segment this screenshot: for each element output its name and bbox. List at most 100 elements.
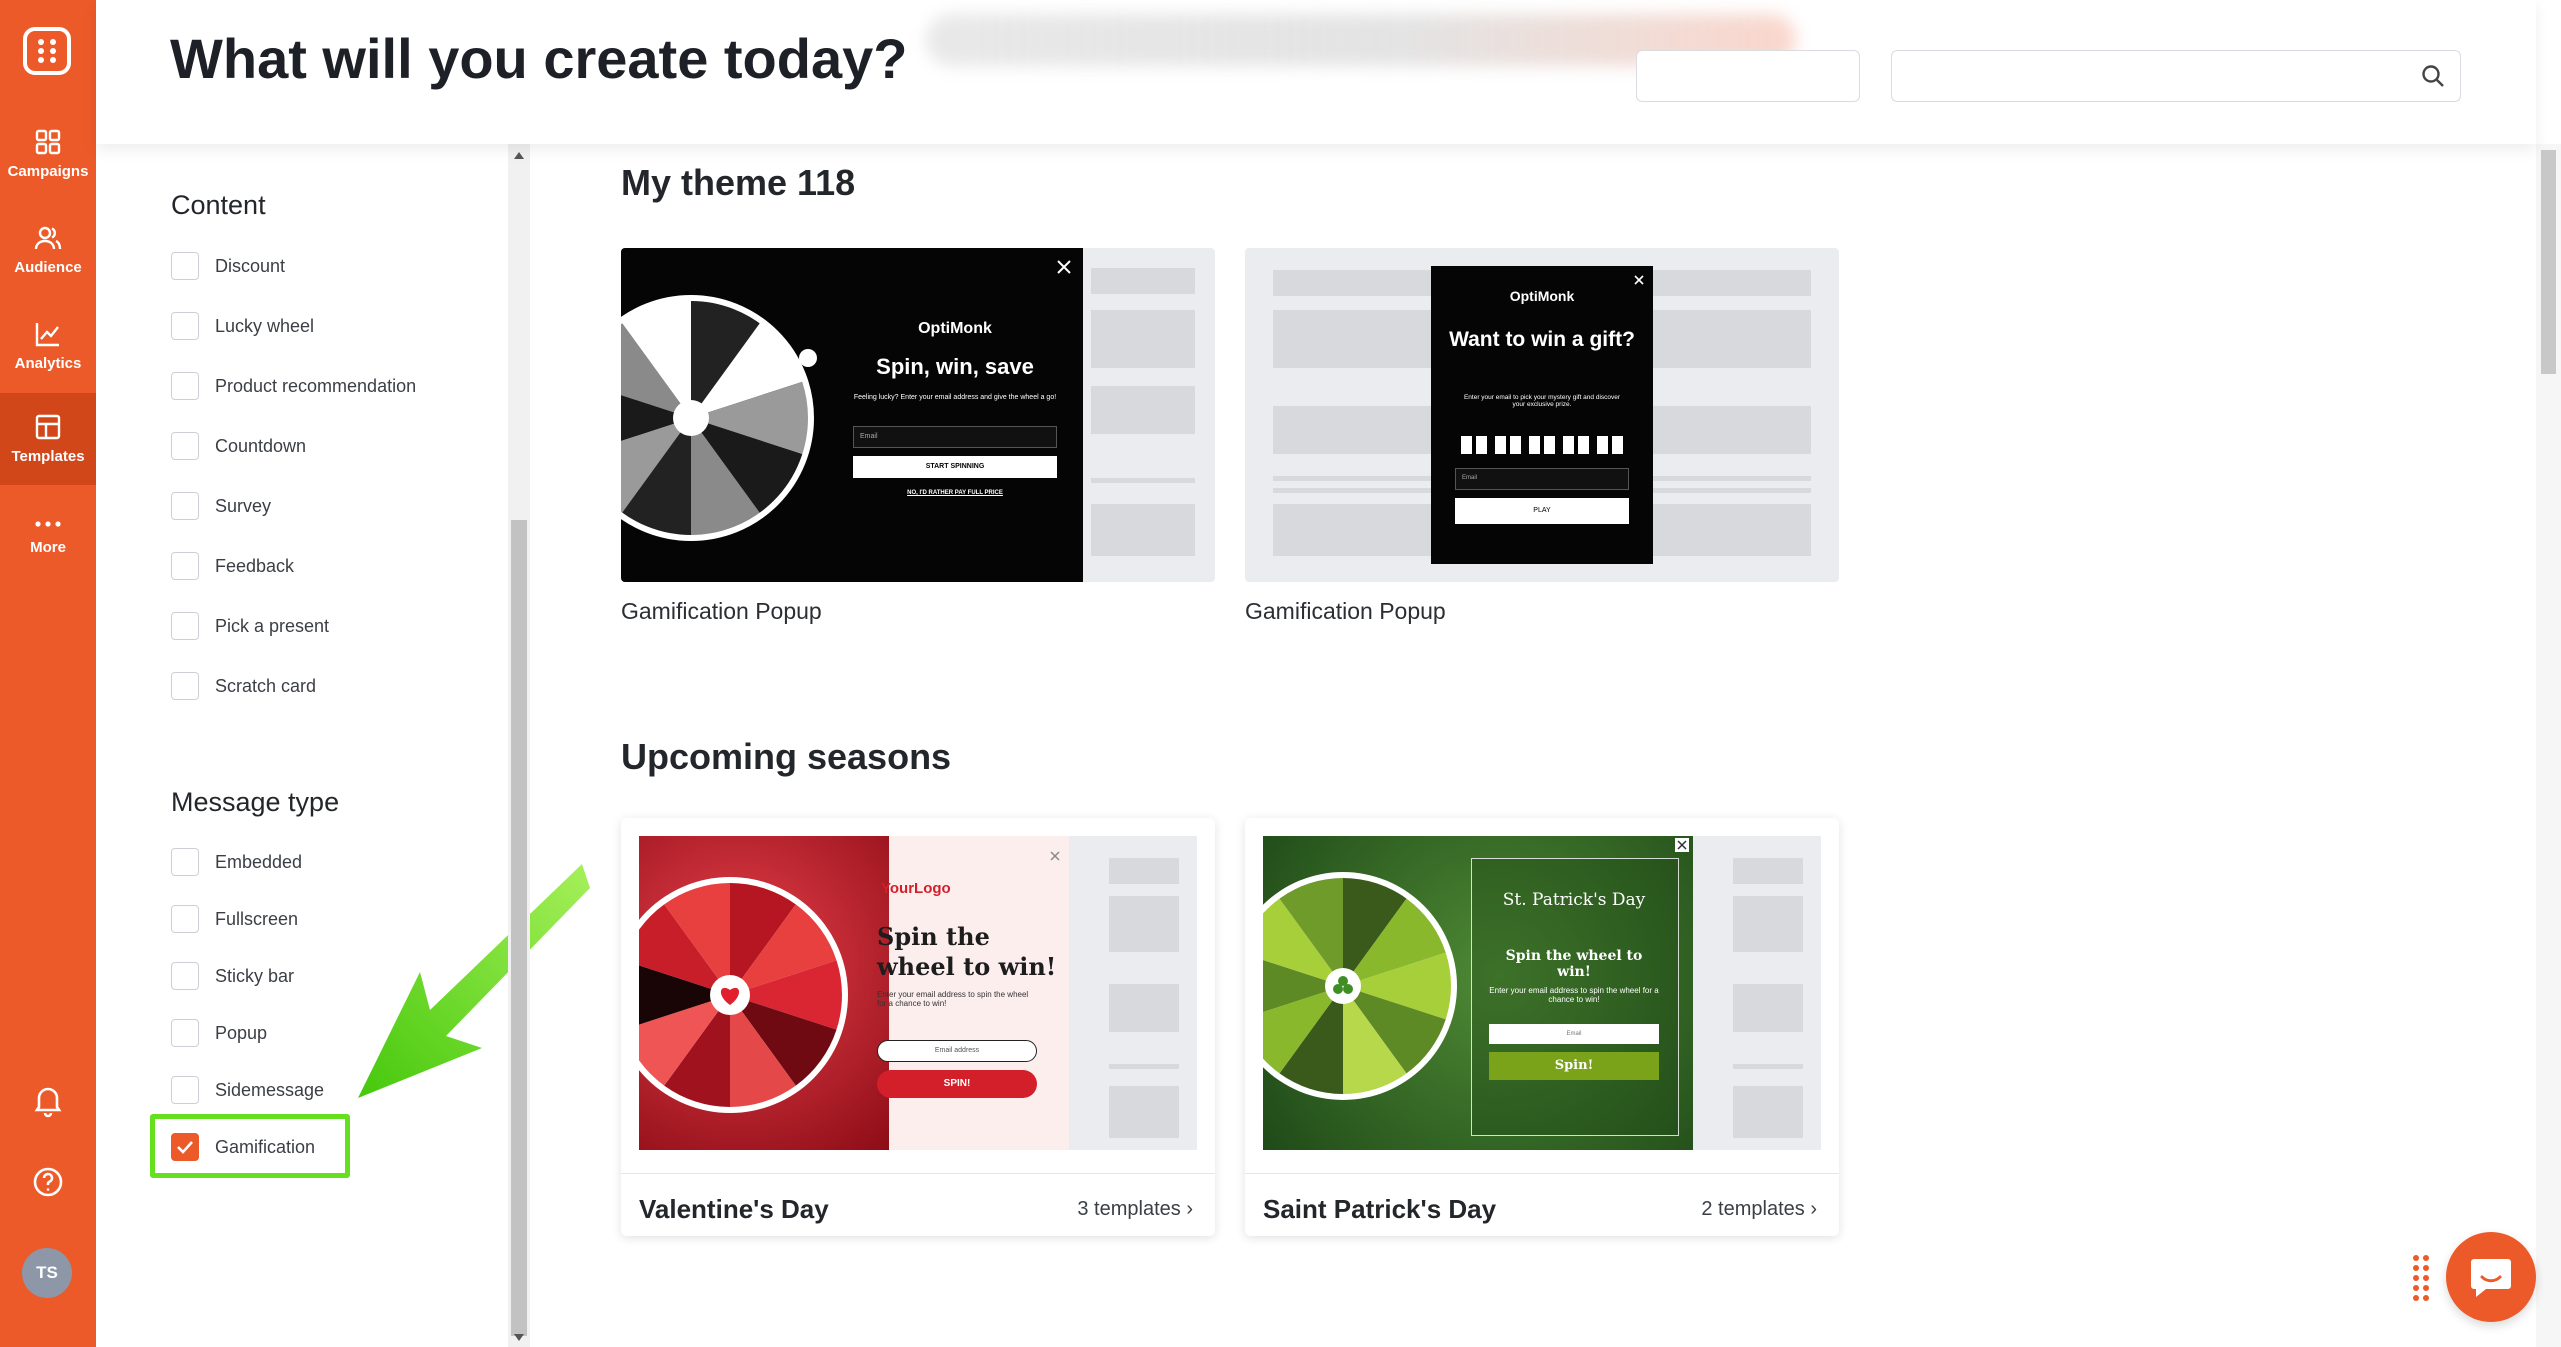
season-template-count[interactable]: 3 templates › bbox=[1077, 1198, 1193, 1221]
popup-decline-link: NO, I'D RATHER PAY FULL PRICE bbox=[907, 490, 1003, 496]
scroll-up-icon[interactable] bbox=[514, 152, 524, 159]
nav-item-campaigns[interactable]: Campaigns bbox=[0, 108, 96, 200]
valentine-popup-preview: YourLogo Spin the wheel to win! Enter yo… bbox=[639, 836, 1069, 1150]
checkbox[interactable] bbox=[171, 312, 199, 340]
main-scrollbar[interactable] bbox=[2536, 144, 2561, 1347]
template-card[interactable]: OptiMonk Spin, win, save Feeling lucky? … bbox=[621, 248, 1215, 638]
checkbox[interactable] bbox=[171, 432, 199, 460]
arrow-annotation-icon bbox=[358, 864, 590, 1098]
filter-product-recommendation[interactable]: Product recommendation bbox=[171, 370, 416, 402]
chevron-right-icon: › bbox=[1810, 1198, 1817, 1220]
more-icon bbox=[35, 520, 61, 527]
popup-email-field: Email bbox=[1489, 1024, 1659, 1044]
nav-label-campaigns: Campaigns bbox=[7, 162, 89, 180]
template-card[interactable]: OptiMonk Want to win a gift? Enter your … bbox=[1245, 248, 1839, 638]
popup-headline: Spin the wheel to win! bbox=[877, 922, 1057, 981]
checkbox[interactable] bbox=[171, 962, 199, 990]
filter-survey[interactable]: Survey bbox=[171, 490, 271, 522]
nav-item-audience[interactable]: Audience bbox=[0, 204, 96, 296]
nav-label-audience: Audience bbox=[14, 258, 82, 276]
main-scroll-thumb[interactable] bbox=[2541, 150, 2556, 374]
sidebar-scrollbar[interactable] bbox=[508, 144, 530, 1347]
checkbox[interactable] bbox=[171, 372, 199, 400]
message-type-heading: Message type bbox=[171, 787, 340, 817]
popup-subtext: Enter your email address to spin the whe… bbox=[877, 990, 1029, 1008]
section-title-seasons: Upcoming seasons bbox=[621, 736, 952, 777]
season-count-label: 2 templates bbox=[1701, 1198, 1805, 1220]
filter-feedback[interactable]: Feedback bbox=[171, 550, 294, 582]
popup-brand: OptiMonk bbox=[1509, 288, 1575, 304]
close-icon bbox=[1634, 275, 1644, 285]
sidebar-scroll-thumb[interactable] bbox=[511, 520, 527, 1336]
template-thumbnail[interactable]: OptiMonk Want to win a gift? Enter your … bbox=[1245, 248, 1839, 582]
page-title: What will you create today? bbox=[170, 27, 908, 90]
checkbox[interactable] bbox=[171, 612, 199, 640]
checkbox[interactable] bbox=[171, 672, 199, 700]
filter-popup[interactable]: Popup bbox=[171, 1017, 267, 1049]
search-input[interactable] bbox=[1891, 50, 2461, 102]
nav-label-templates: Templates bbox=[11, 447, 85, 465]
page-header: What will you create today? bbox=[96, 0, 2536, 144]
popup-subtext: Enter your email to pick your mystery gi… bbox=[1463, 394, 1621, 408]
user-avatar[interactable]: TS bbox=[22, 1248, 72, 1298]
popup-headline: Want to win a gift? bbox=[1449, 328, 1635, 351]
season-card-valentines[interactable]: YourLogo Spin the wheel to win! Enter yo… bbox=[621, 818, 1215, 1236]
nav-item-analytics[interactable]: Analytics bbox=[0, 300, 96, 392]
season-template-count[interactable]: 2 templates › bbox=[1701, 1198, 1817, 1221]
scroll-down-icon[interactable] bbox=[514, 1334, 524, 1341]
template-caption: Gamification Popup bbox=[1245, 598, 1446, 624]
filter-embedded[interactable]: Embedded bbox=[171, 846, 302, 878]
filter-pick-a-present[interactable]: Pick a present bbox=[171, 610, 329, 642]
highlight-annotation bbox=[150, 1114, 350, 1178]
filter-countdown[interactable]: Countdown bbox=[171, 430, 306, 462]
filter-label: Countdown bbox=[215, 435, 307, 456]
grid-icon bbox=[35, 129, 61, 154]
popup-logo: YourLogo bbox=[881, 880, 951, 897]
popup-headline: Spin, win, save bbox=[876, 354, 1034, 379]
filter-label: Sticky bar bbox=[215, 965, 295, 986]
season-thumbnail[interactable]: St. Patrick's Day Spin the wheel to win!… bbox=[1263, 836, 1821, 1150]
gift-boxes-icon bbox=[1461, 436, 1623, 454]
checkbox[interactable] bbox=[171, 492, 199, 520]
filter-sticky-bar[interactable]: Sticky bar bbox=[171, 960, 294, 992]
filter-fullscreen[interactable]: Fullscreen bbox=[171, 903, 298, 935]
spin-popup-preview: OptiMonk Spin, win, save Feeling lucky? … bbox=[621, 248, 1083, 582]
popup-cta-button: START SPINNING bbox=[853, 456, 1057, 478]
filter-label: Feedback bbox=[215, 555, 295, 576]
nav-item-templates[interactable]: Templates bbox=[0, 393, 96, 485]
filter-discount[interactable]: Discount bbox=[171, 250, 285, 282]
season-thumbnail[interactable]: YourLogo Spin the wheel to win! Enter yo… bbox=[639, 836, 1197, 1150]
season-count-label: 3 templates bbox=[1077, 1198, 1181, 1220]
help-icon[interactable] bbox=[30, 1164, 66, 1205]
popup-email-field: Email address bbox=[877, 1040, 1037, 1062]
filter-lucky-wheel[interactable]: Lucky wheel bbox=[171, 310, 314, 342]
checkbox[interactable] bbox=[171, 552, 199, 580]
filter-sidemessage[interactable]: Sidemessage bbox=[171, 1074, 324, 1106]
popup-cta-button: SPIN! bbox=[877, 1070, 1037, 1098]
sort-select[interactable] bbox=[1636, 50, 1860, 102]
close-icon bbox=[1050, 851, 1060, 861]
template-thumbnail[interactable]: OptiMonk Spin, win, save Feeling lucky? … bbox=[621, 248, 1215, 582]
nav-label-analytics: Analytics bbox=[14, 354, 82, 372]
filter-scratch-card[interactable]: Scratch card bbox=[171, 670, 316, 702]
checkbox[interactable] bbox=[171, 1019, 199, 1047]
nav-item-more[interactable]: More bbox=[0, 490, 96, 582]
season-card-saint-patricks[interactable]: St. Patrick's Day Spin the wheel to win!… bbox=[1245, 818, 1839, 1236]
checkbox[interactable] bbox=[171, 848, 199, 876]
chat-button[interactable] bbox=[2446, 1232, 2536, 1322]
checkbox[interactable] bbox=[171, 1076, 199, 1104]
prize-wheel-icon bbox=[621, 295, 817, 541]
prize-wheel-icon bbox=[1263, 872, 1457, 1100]
main-navigation: Campaigns Audience Analytics Templates M… bbox=[0, 0, 96, 1347]
bell-icon[interactable] bbox=[30, 1082, 66, 1123]
card-divider bbox=[1245, 1173, 1839, 1174]
prize-wheel-icon bbox=[639, 877, 848, 1113]
layout-icon bbox=[35, 414, 61, 439]
filter-label: Discount bbox=[215, 255, 286, 276]
popup-subtext: Enter your email address to spin the whe… bbox=[1489, 986, 1659, 1004]
checkbox[interactable] bbox=[171, 905, 199, 933]
optimonk-logo-icon[interactable] bbox=[23, 27, 71, 75]
checkbox[interactable] bbox=[171, 252, 199, 280]
popup-sub-headline: Spin the wheel to win! bbox=[1505, 948, 1643, 980]
drag-handle-icon[interactable] bbox=[2412, 1254, 2432, 1304]
